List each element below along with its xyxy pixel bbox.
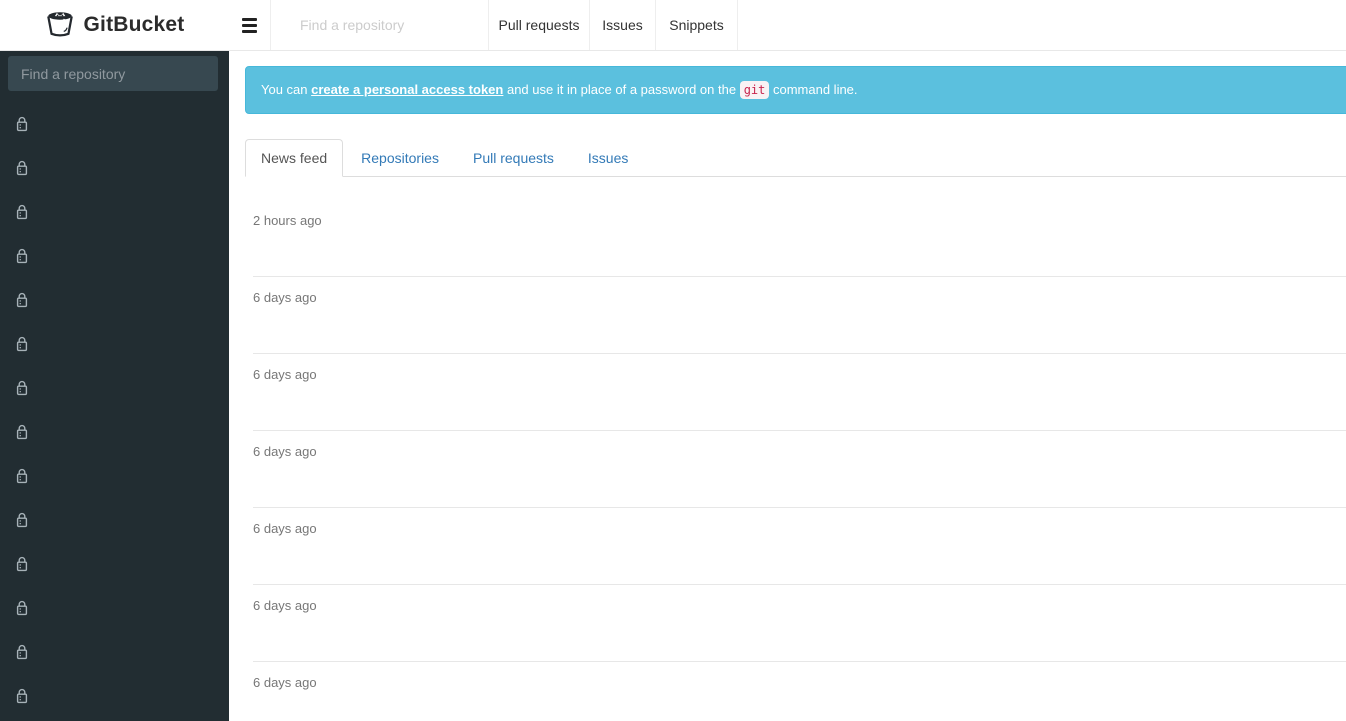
lock-icon bbox=[15, 160, 29, 177]
sidebar-repo-search-input[interactable] bbox=[8, 56, 218, 91]
nav-item-issues[interactable]: Issues bbox=[590, 0, 656, 50]
sidebar-repo-item[interactable] bbox=[0, 322, 229, 366]
feed-timestamp: 6 days ago bbox=[253, 598, 317, 613]
sidebar-repo-item[interactable] bbox=[0, 410, 229, 454]
lock-icon bbox=[15, 600, 29, 617]
sidebar-repo-item[interactable] bbox=[0, 630, 229, 674]
feed-item: 6 days ago bbox=[253, 277, 1346, 354]
sidebar-repo-list bbox=[0, 102, 229, 718]
lock-icon bbox=[15, 512, 29, 529]
lock-icon bbox=[15, 204, 29, 221]
repository-sidebar bbox=[0, 50, 229, 721]
feed-timestamp: 6 days ago bbox=[253, 290, 317, 305]
main-content: You can create a personal access token a… bbox=[229, 51, 1346, 721]
top-nav-menu: Pull requests Issues Snippets bbox=[488, 0, 738, 50]
sidebar-repo-item[interactable] bbox=[0, 674, 229, 718]
sidebar-repo-item[interactable] bbox=[0, 234, 229, 278]
banner-text: You can bbox=[261, 82, 312, 97]
brand-logo[interactable]: GitBucket bbox=[0, 0, 229, 50]
create-access-token-link[interactable]: create a personal access token bbox=[311, 82, 503, 97]
lock-icon bbox=[15, 468, 29, 485]
lock-icon bbox=[15, 644, 29, 661]
lock-icon bbox=[15, 380, 29, 397]
sidebar-repo-item[interactable] bbox=[0, 190, 229, 234]
tab-news-feed[interactable]: News feed bbox=[245, 139, 344, 177]
news-feed-list: 2 hours ago 6 days ago 6 days ago 6 days… bbox=[253, 200, 1346, 721]
lock-icon bbox=[15, 424, 29, 441]
lock-icon bbox=[15, 336, 29, 353]
lock-icon bbox=[15, 292, 29, 309]
feed-timestamp: 6 days ago bbox=[253, 444, 317, 459]
sidebar-repo-item[interactable] bbox=[0, 102, 229, 146]
lock-icon bbox=[15, 116, 29, 133]
nav-item-pull-requests[interactable]: Pull requests bbox=[489, 0, 590, 50]
tab-issues[interactable]: Issues bbox=[572, 139, 644, 177]
feed-timestamp: 6 days ago bbox=[253, 521, 317, 536]
sidebar-repo-item[interactable] bbox=[0, 542, 229, 586]
feed-item: 6 days ago bbox=[253, 354, 1346, 431]
access-token-info-banner: You can create a personal access token a… bbox=[245, 66, 1346, 114]
banner-text: and use it in place of a password on the bbox=[503, 82, 740, 97]
sidebar-repo-item[interactable] bbox=[0, 366, 229, 410]
feed-item: 6 days ago bbox=[253, 431, 1346, 508]
git-code-chip: git bbox=[739, 81, 770, 99]
top-navbar: GitBucket Pull requests Issues Snippets bbox=[0, 0, 1346, 51]
feed-item: 6 days ago bbox=[253, 508, 1346, 585]
tab-pull-requests[interactable]: Pull requests bbox=[457, 139, 570, 177]
feed-item: 6 days ago bbox=[253, 662, 1346, 721]
sidebar-repo-item[interactable] bbox=[0, 454, 229, 498]
nav-item-snippets[interactable]: Snippets bbox=[656, 0, 738, 50]
sidebar-repo-item[interactable] bbox=[0, 586, 229, 630]
hamburger-icon bbox=[242, 17, 257, 21]
gitbucket-bucket-icon bbox=[45, 8, 75, 43]
sidebar-repo-item[interactable] bbox=[0, 498, 229, 542]
sidebar-toggle-button[interactable] bbox=[229, 0, 271, 50]
feed-item: 2 hours ago bbox=[253, 200, 1346, 277]
feed-timestamp: 6 days ago bbox=[253, 675, 317, 690]
dashboard-tabs: News feed Repositories Pull requests Iss… bbox=[245, 139, 1346, 177]
feed-item: 6 days ago bbox=[253, 585, 1346, 662]
lock-icon bbox=[15, 556, 29, 573]
feed-timestamp: 2 hours ago bbox=[253, 213, 322, 228]
global-repo-search-input[interactable] bbox=[271, 0, 481, 50]
brand-title: GitBucket bbox=[83, 13, 185, 36]
sidebar-repo-item[interactable] bbox=[0, 146, 229, 190]
feed-timestamp: 6 days ago bbox=[253, 367, 317, 382]
tab-repositories[interactable]: Repositories bbox=[345, 139, 455, 177]
banner-text: command line. bbox=[769, 82, 858, 97]
sidebar-repo-item[interactable] bbox=[0, 278, 229, 322]
lock-icon bbox=[15, 248, 29, 265]
lock-icon bbox=[15, 688, 29, 705]
